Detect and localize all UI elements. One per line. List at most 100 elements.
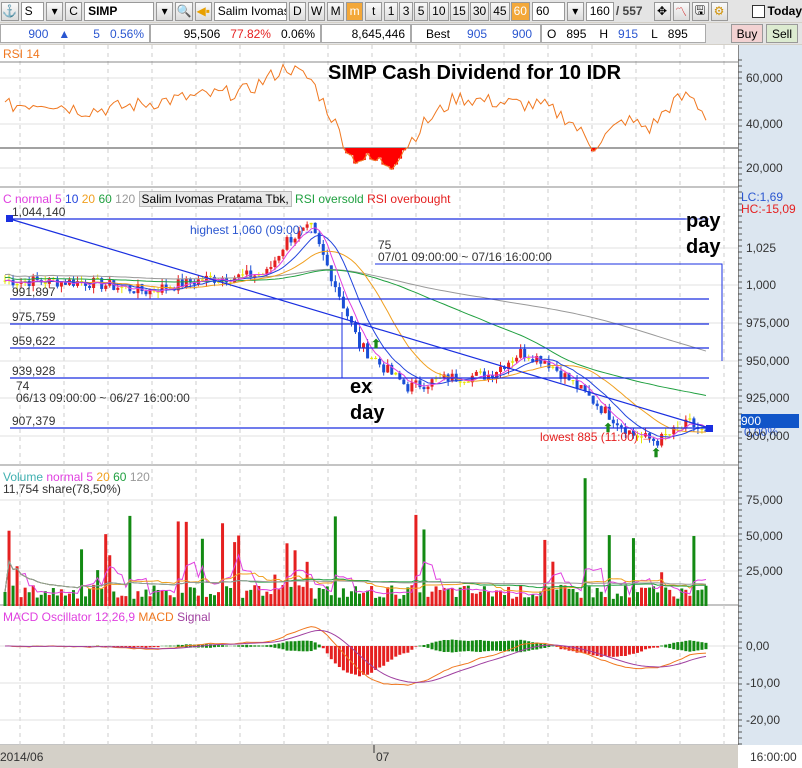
pay-text: pay <box>686 210 721 232</box>
period-tab-W[interactable]: W <box>307 1 326 21</box>
candle <box>579 385 583 389</box>
candle <box>603 406 607 414</box>
period-tab-t[interactable]: t <box>365 1 383 21</box>
volume-bar <box>450 587 454 606</box>
volume-bar <box>700 589 704 606</box>
minute-tab-30[interactable]: 30 <box>469 1 490 21</box>
trend-handle <box>706 425 713 432</box>
axis-tick: -10,00 <box>746 676 781 690</box>
macd-osc-bar <box>390 646 394 660</box>
volume-bar <box>398 598 402 606</box>
macd-osc-bar <box>438 640 442 652</box>
macd-legend[interactable]: MACD Oscillator 12,26,9 MACD Signal <box>3 610 210 624</box>
volume-bar <box>470 593 474 606</box>
price-change: 5 <box>93 26 100 41</box>
axis-tick: 950,000 <box>746 354 790 368</box>
macd-osc-bar <box>494 641 498 651</box>
volume-bar <box>180 592 184 606</box>
volume-bar <box>394 594 398 606</box>
save-icon[interactable]: 🖫 <box>691 1 709 21</box>
crosshair-icon[interactable]: ✥ <box>653 1 671 21</box>
volume-bar <box>370 586 374 606</box>
period-tab-m[interactable]: m <box>346 1 364 21</box>
macd-osc-bar <box>301 640 305 652</box>
symbol-input[interactable]: SIMP <box>84 1 155 21</box>
minute-tab-15[interactable]: 15 <box>449 1 469 21</box>
macd-osc-bar <box>587 646 591 654</box>
minute-tab-3[interactable]: 3 <box>399 1 414 21</box>
volume-bar <box>100 588 104 606</box>
macd-osc-bar <box>615 646 619 657</box>
volume-bar <box>366 590 370 606</box>
candle <box>325 254 329 266</box>
volume-bar <box>200 538 204 606</box>
market-select[interactable]: S <box>20 1 45 21</box>
macd-osc-bar <box>257 645 261 647</box>
macd-osc-bar <box>486 640 490 652</box>
candle <box>394 372 398 375</box>
chart-menu-icon[interactable]: ⚓ <box>1 1 19 21</box>
speaker-icon[interactable]: ◀▪ <box>194 1 212 21</box>
market-dropdown[interactable]: ▾ <box>46 1 64 21</box>
rsi-legend[interactable]: RSI 14 <box>3 47 40 61</box>
chart-canvas[interactable]: →→⬆⬆⬆ <box>0 45 802 768</box>
indicator-icon[interactable]: 〽 <box>672 1 690 21</box>
macd-osc-bar <box>595 646 599 656</box>
period-tab-M[interactable]: M <box>327 1 345 21</box>
candle <box>55 279 59 287</box>
axis-tick: 925,000 <box>746 391 790 405</box>
volume-bar <box>499 590 503 606</box>
macd-osc-bar <box>410 646 414 650</box>
settings-gear-icon[interactable]: ⚙ <box>710 1 728 21</box>
volume-info: 11,754 share(78,50%) <box>3 482 121 496</box>
volume-bar <box>648 587 652 606</box>
macd-osc-bar <box>289 641 293 651</box>
minute-select[interactable]: 60 <box>531 1 565 21</box>
volume-bar <box>196 595 200 606</box>
count-input[interactable]: 160 <box>585 1 614 21</box>
volume-bar <box>696 590 700 606</box>
minute-dropdown[interactable]: ▾ <box>566 1 584 21</box>
sell-button[interactable]: Sell <box>766 24 798 43</box>
volume-bar <box>289 586 293 606</box>
macd-osc-bar <box>672 642 676 650</box>
volume-bar <box>623 585 627 606</box>
checkbox-box[interactable] <box>751 4 765 18</box>
macd-osc-bar <box>281 642 285 650</box>
candle <box>160 284 164 293</box>
today-checkbox[interactable]: Today <box>751 4 802 18</box>
chart-area[interactable]: → → ⬆ ⬆ ⬆ <box>0 45 802 768</box>
candle <box>688 418 692 420</box>
search-icon[interactable]: 🔍 <box>175 1 193 21</box>
volume-bar <box>144 589 148 606</box>
macd-osc-bar <box>664 644 668 648</box>
candle <box>466 381 470 383</box>
ex-day-label: ex day <box>350 374 384 426</box>
minute-tab-10[interactable]: 10 <box>429 1 449 21</box>
buy-button[interactable]: Buy <box>731 24 763 43</box>
volume-bar <box>281 584 285 606</box>
open-label: O <box>547 26 557 41</box>
minute-tab-1[interactable]: 1 <box>384 1 399 21</box>
volume-bar <box>446 588 450 606</box>
volume-bar <box>321 589 325 606</box>
volume-bar <box>96 570 100 606</box>
candle <box>571 380 575 382</box>
minute-tab-60[interactable]: 60 <box>510 1 530 21</box>
type-button[interactable]: C <box>65 1 83 21</box>
candle <box>511 361 515 363</box>
legend-macd: MACD <box>138 610 174 624</box>
minute-tab-5[interactable]: 5 <box>414 1 429 21</box>
candle <box>418 380 422 388</box>
period-tabs: DWMmt <box>288 1 383 21</box>
macd-osc-bar <box>470 640 474 652</box>
macd-osc-bar <box>499 640 503 652</box>
candle <box>333 281 337 288</box>
volume-bar <box>309 588 313 606</box>
macd-osc-bar <box>619 646 623 657</box>
minute-tab-45[interactable]: 45 <box>490 1 510 21</box>
symbol-dropdown[interactable]: ▾ <box>156 1 174 21</box>
price-legend[interactable]: C normal 5 10 20 60 120 Salim Ivomas Pra… <box>3 191 450 207</box>
macd-osc-bar <box>635 646 639 653</box>
period-tab-D[interactable]: D <box>288 1 306 21</box>
